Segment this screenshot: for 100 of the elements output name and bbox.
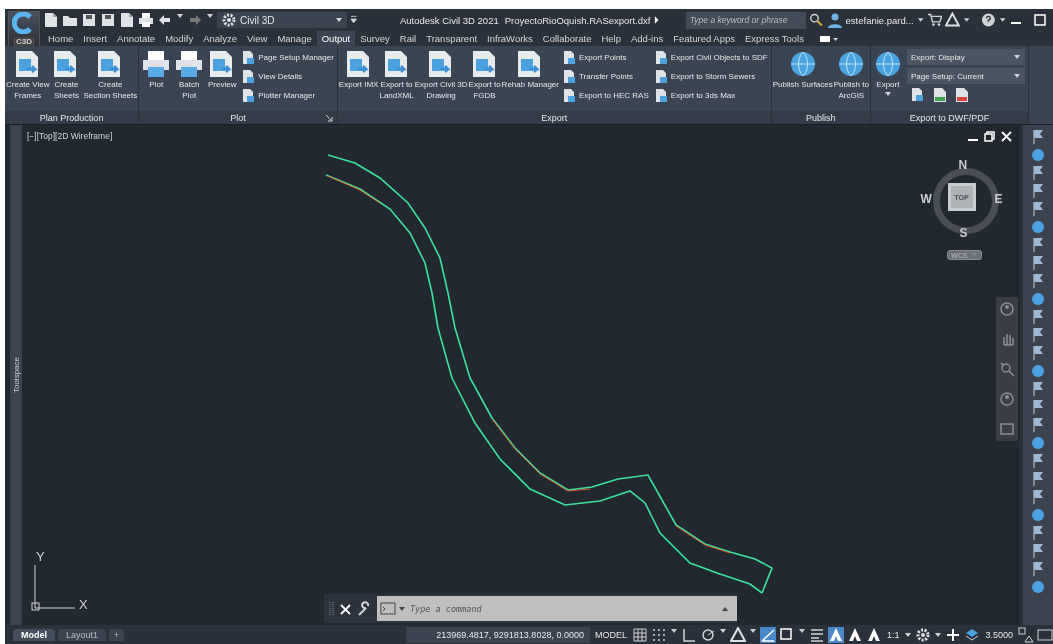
ribbon-button[interactable]: Export to LandXML — [379, 49, 414, 101]
ribbon-tab[interactable]: View — [241, 31, 273, 46]
close-icon[interactable] — [339, 602, 351, 615]
ribbon-small-button[interactable]: Plotter Manager — [241, 87, 334, 104]
zoom-icon[interactable] — [999, 361, 1015, 377]
ribbon-small-button[interactable]: Transfer Points — [562, 68, 649, 85]
gear-icon[interactable] — [915, 626, 932, 643]
flag-icon[interactable] — [1031, 165, 1045, 180]
customize-caret-icon[interactable] — [349, 15, 357, 25]
lineweight-value[interactable]: 3.5000 — [983, 629, 1015, 640]
export-split-button[interactable]: Export — [871, 49, 904, 98]
ribbon-tab[interactable]: InfraWorks — [482, 31, 538, 46]
ribbon-tab[interactable]: Insert — [78, 31, 113, 46]
ribbon-tab[interactable]: Output — [316, 31, 356, 46]
flag-icon[interactable] — [1031, 399, 1045, 414]
search-field[interactable]: Type a keyword or phrase — [685, 11, 806, 29]
add-layout-tab[interactable]: + — [109, 628, 125, 641]
ribbon-button[interactable]: Publish Surfaces — [772, 49, 833, 90]
flag-icon[interactable] — [1031, 201, 1045, 216]
flag-icon[interactable] — [1031, 183, 1045, 198]
toolspace-palette-bar[interactable]: Toolspace — [10, 125, 22, 625]
layout-tab[interactable]: Model — [13, 628, 55, 641]
flag-icon[interactable] — [1031, 543, 1045, 558]
shapes-icon[interactable] — [1018, 626, 1034, 643]
flag-icon[interactable] — [1031, 273, 1045, 288]
flag-icon[interactable] — [1031, 525, 1045, 540]
save-icon[interactable] — [81, 12, 97, 28]
workspace-dropdown[interactable]: Civil 3D — [217, 12, 347, 28]
dwf-file-icon[interactable] — [931, 87, 948, 103]
ribbon-small-button[interactable]: Export Points — [562, 49, 649, 66]
angle-icon[interactable] — [759, 626, 776, 643]
ribbon-button[interactable]: Rehab Manager — [501, 49, 559, 90]
flag-icon[interactable] — [1031, 327, 1045, 342]
flag-icon[interactable] — [1031, 561, 1045, 576]
cart-icon[interactable] — [927, 12, 942, 28]
flag-icon[interactable] — [1031, 381, 1045, 396]
globe-icon[interactable] — [1031, 435, 1045, 450]
flag-icon[interactable] — [1031, 345, 1045, 360]
ribbon-small-button[interactable]: Export to HEC RAS — [562, 87, 649, 104]
compass-east[interactable]: E — [994, 192, 1003, 206]
globe-icon[interactable] — [1031, 147, 1045, 162]
lineweight-icon[interactable] — [808, 626, 825, 643]
ribbon-tab[interactable]: Rail — [394, 31, 422, 46]
caret-icon[interactable] — [962, 16, 970, 24]
flag-icon[interactable] — [1031, 417, 1045, 432]
ribbon-tab[interactable]: Manage — [272, 31, 317, 46]
flag-icon[interactable] — [1031, 309, 1045, 324]
grip-icon[interactable] — [328, 600, 334, 617]
ribbon-button[interactable]: Export IMX — [338, 49, 379, 90]
ortho-icon[interactable] — [680, 626, 697, 643]
new-file-icon[interactable] — [43, 12, 59, 28]
globe-icon[interactable] — [1031, 579, 1045, 594]
close-icon[interactable] — [1000, 130, 1012, 142]
globe-icon[interactable] — [1031, 219, 1045, 234]
flag-icon[interactable] — [1031, 237, 1045, 252]
search-icon[interactable] — [808, 12, 824, 28]
ribbon-tab[interactable]: Transparent — [421, 31, 483, 46]
ribbon-button[interactable]: Export Civil 3D Drawing — [414, 49, 468, 101]
dropdown[interactable]: Page Setup: Current — [906, 68, 1025, 84]
layout-tab[interactable]: Layout1 — [58, 628, 107, 641]
ribbon-button[interactable]: Create Sheets — [50, 49, 83, 101]
ribbon-tab[interactable]: Analyze — [198, 31, 242, 46]
pdf-file-icon[interactable] — [953, 87, 970, 103]
ribbon-button[interactable]: Create View Frames — [6, 49, 50, 101]
snap-icon[interactable] — [650, 626, 667, 643]
ribbon-button[interactable]: Create Section Sheets — [83, 49, 138, 101]
ribbon-tab[interactable]: Help — [596, 31, 626, 46]
ribbon-button[interactable]: Plot — [140, 49, 173, 90]
compass-south[interactable]: S — [959, 226, 968, 240]
polar-icon[interactable] — [699, 626, 716, 643]
ribbon-tab[interactable]: Annotate — [112, 31, 161, 46]
command-line-field[interactable]: Type a command — [377, 596, 737, 621]
flag-icon[interactable] — [1031, 489, 1045, 504]
ribbon-tab[interactable]: Featured Apps — [668, 31, 740, 46]
wrench-icon[interactable] — [356, 600, 372, 617]
ribbon-button[interactable]: Batch Plot — [173, 49, 206, 101]
layers-icon[interactable] — [964, 626, 981, 643]
ribbon-tab[interactable]: Collaborate — [537, 31, 597, 46]
ribbon-small-button[interactable]: Page Setup Manager — [241, 49, 334, 66]
ribbon-button[interactable]: Publish to ArcGIS — [833, 49, 869, 101]
caret-icon[interactable] — [998, 16, 1006, 24]
restore-icon[interactable] — [983, 130, 995, 142]
expand-arrow-icon[interactable] — [653, 15, 661, 25]
globe-icon[interactable] — [1031, 291, 1045, 306]
plus-icon[interactable] — [945, 626, 962, 643]
ribbon-button[interactable]: Export to FGDB — [468, 49, 501, 101]
fullscreen-icon[interactable] — [1037, 626, 1053, 643]
viewport-controls-label[interactable]: [−][Top][2D Wireframe] — [27, 131, 113, 141]
dialog-launcher-icon[interactable] — [324, 114, 333, 122]
annotation-icon[interactable] — [846, 626, 863, 643]
flag-icon[interactable] — [1031, 255, 1045, 270]
annotation-icon[interactable] — [865, 626, 882, 643]
print-icon[interactable] — [138, 12, 154, 28]
application-menu-button[interactable]: C3D — [8, 11, 40, 47]
ribbon-button[interactable]: Preview — [206, 49, 239, 90]
maximize-icon[interactable] — [1033, 13, 1047, 27]
annotation-scale-button[interactable]: 1:1 — [884, 629, 902, 640]
ribbon-tab[interactable]: Add-ins — [626, 31, 669, 46]
save-as-icon[interactable] — [100, 12, 116, 28]
compass-north[interactable]: N — [958, 158, 968, 172]
